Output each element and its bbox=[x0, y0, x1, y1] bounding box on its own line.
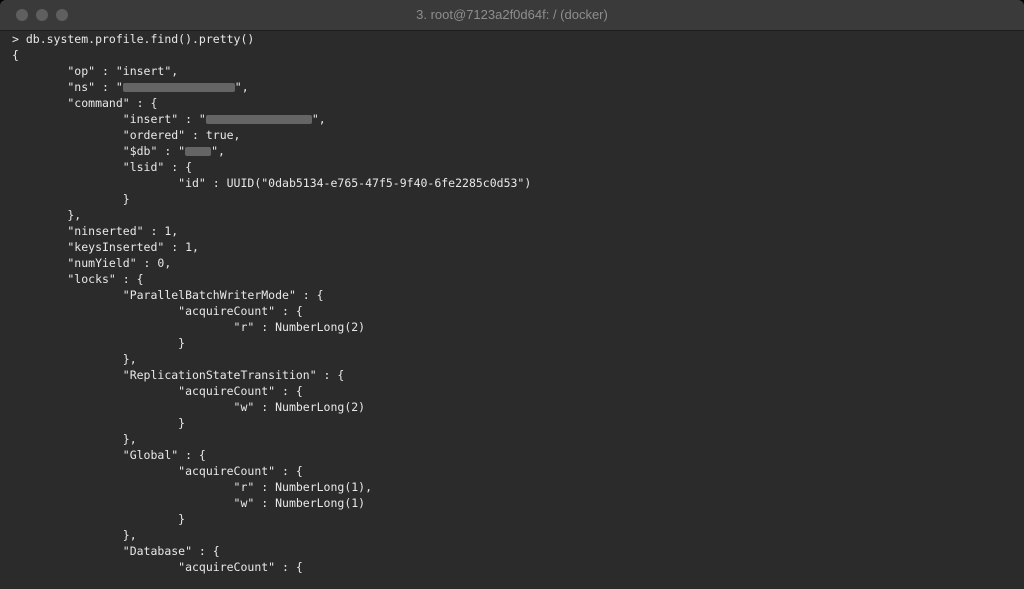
terminal-line: "ReplicationStateTransition" : { bbox=[12, 368, 345, 382]
terminal-line: { bbox=[12, 48, 19, 62]
terminal-line: "acquireCount" : { bbox=[12, 304, 303, 318]
title-bar[interactable]: 3. root@7123a2f0d64f: / (docker) bbox=[0, 0, 1024, 31]
terminal-line: "r" : NumberLong(2) bbox=[12, 320, 366, 334]
terminal-output[interactable]: > db.system.profile.find().pretty() { "o… bbox=[0, 31, 1024, 589]
terminal-line-text: ", bbox=[211, 144, 225, 158]
terminal-line: "acquireCount" : { bbox=[12, 464, 303, 478]
terminal-line: "locks" : { bbox=[12, 272, 144, 286]
terminal-line: "ParallelBatchWriterMode" : { bbox=[12, 288, 324, 302]
terminal-line: "Global" : { bbox=[12, 448, 206, 462]
terminal-line: "w" : NumberLong(1) bbox=[12, 496, 366, 510]
terminal-line-text: ", bbox=[234, 80, 249, 94]
terminal-line: "op" : "insert", bbox=[12, 64, 179, 78]
terminal-line: "numYield" : 0, bbox=[12, 256, 172, 270]
terminal-line: "w" : NumberLong(2) bbox=[12, 400, 366, 414]
terminal-line-command: > db.system.profile.find().pretty() bbox=[12, 32, 255, 46]
terminal-line: "r" : NumberLong(1), bbox=[12, 480, 373, 494]
terminal-line: "ns" : " ", bbox=[12, 79, 249, 95]
redacted-value bbox=[205, 115, 312, 124]
terminal-line-text: "insert" : " bbox=[12, 112, 206, 126]
terminal-line: "ninserted" : 1, bbox=[12, 224, 179, 238]
terminal-line: } bbox=[12, 192, 130, 206]
terminal-line: } bbox=[12, 336, 186, 350]
terminal-line: "acquireCount" : { bbox=[12, 560, 303, 574]
terminal-line: "id" : UUID("0dab5134-e765-47f5-9f40-6fe… bbox=[12, 176, 532, 190]
terminal-window: 3. root@7123a2f0d64f: / (docker) > db.sy… bbox=[0, 0, 1024, 589]
terminal-line: }, bbox=[12, 432, 137, 446]
terminal-line: }, bbox=[12, 352, 137, 366]
redacted-value bbox=[185, 147, 212, 156]
terminal-line: "keysInserted" : 1, bbox=[12, 240, 199, 254]
redacted-value bbox=[122, 83, 235, 92]
terminal-line: "command" : { bbox=[12, 96, 158, 110]
terminal-line-text: ", bbox=[311, 112, 326, 126]
terminal-line: "insert" : " ", bbox=[12, 111, 326, 127]
terminal-line: "lsid" : { bbox=[12, 160, 193, 174]
window-title: 3. root@7123a2f0d64f: / (docker) bbox=[416, 7, 608, 22]
terminal-line: "Database" : { bbox=[12, 544, 220, 558]
terminal-line-text: "$db" : " bbox=[12, 144, 186, 158]
terminal-line: }, bbox=[12, 528, 137, 542]
terminal-line: } bbox=[12, 512, 186, 526]
terminal-line-text: "ns" : " bbox=[12, 80, 123, 94]
terminal-line: "$db" : " ", bbox=[12, 143, 225, 159]
terminal-line: } bbox=[12, 416, 186, 430]
terminal-line: }, bbox=[12, 208, 82, 222]
terminal-line: "ordered" : true, bbox=[12, 128, 241, 142]
terminal-line: "acquireCount" : { bbox=[12, 384, 303, 398]
